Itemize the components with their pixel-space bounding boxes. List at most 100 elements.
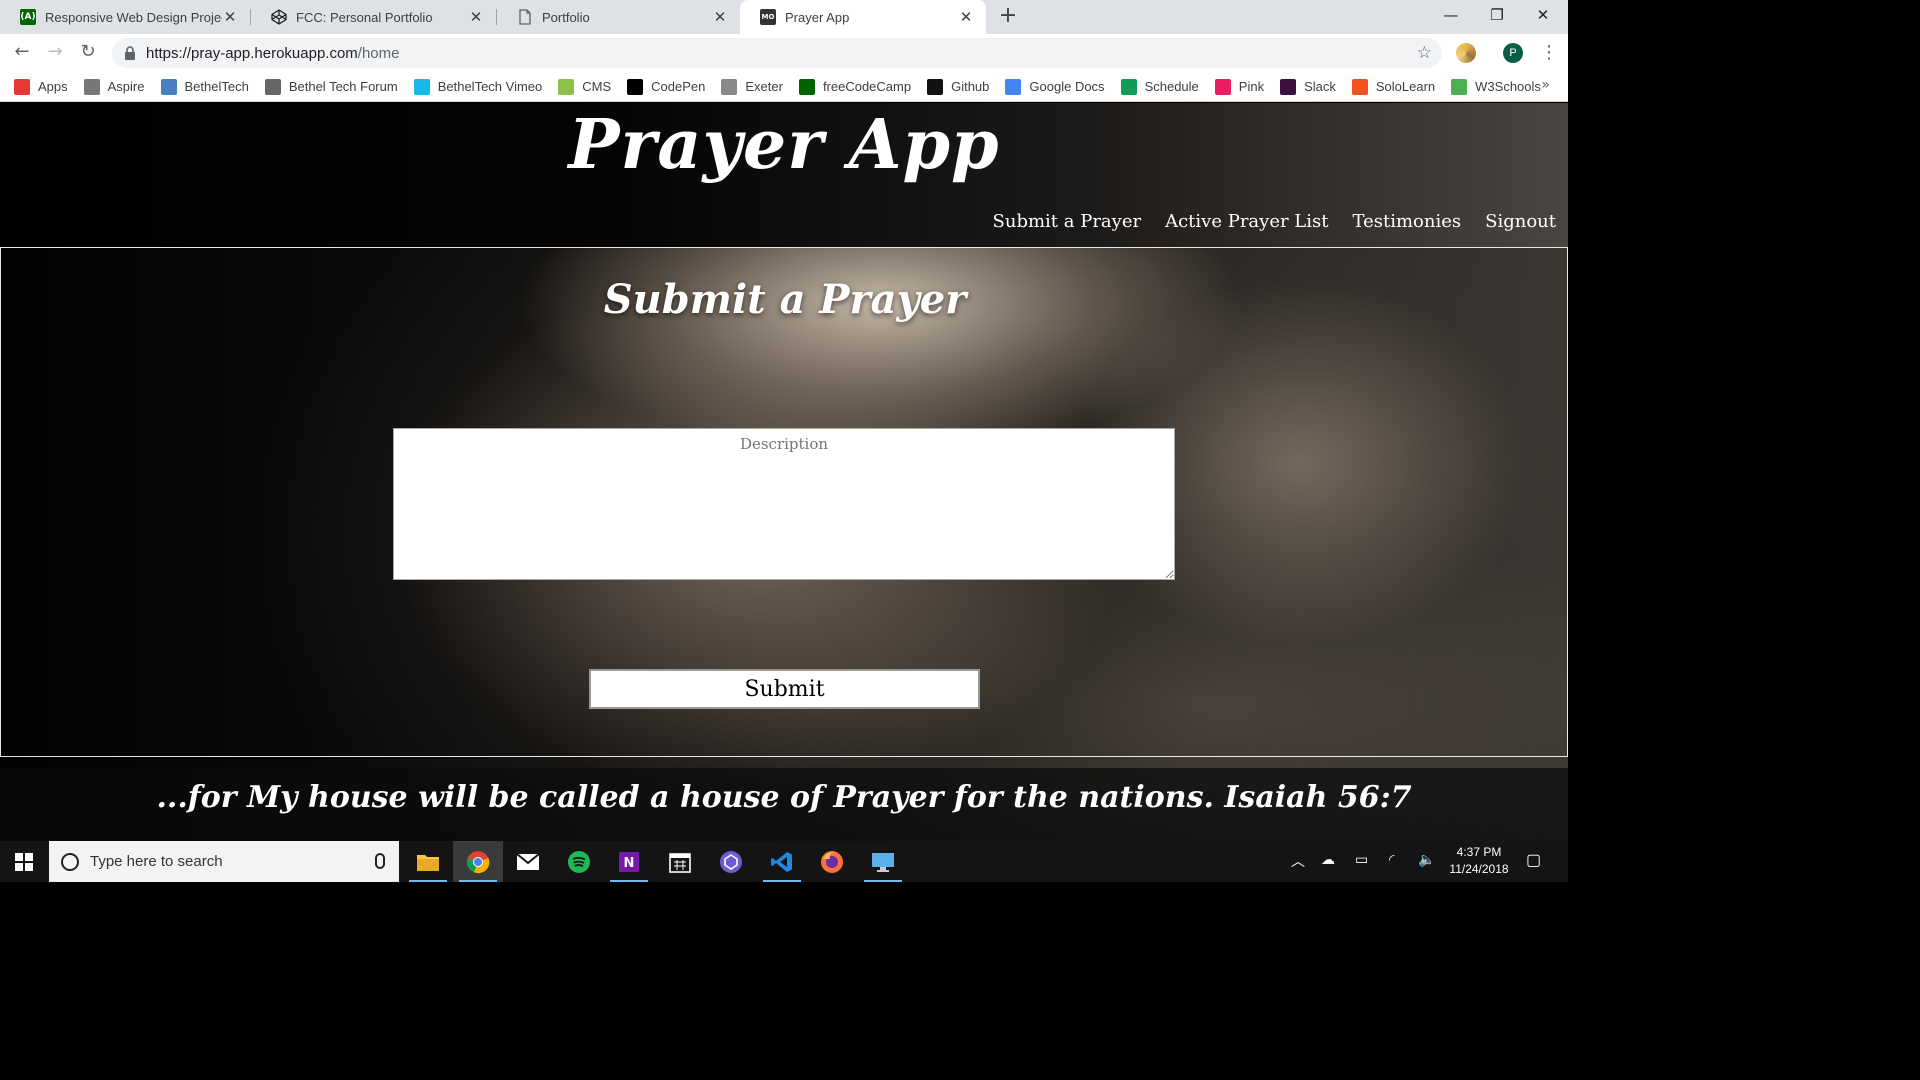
apps-grid-icon [14, 78, 30, 95]
minimize-button[interactable]: — [1428, 0, 1474, 32]
restore-button[interactable]: ❐ [1474, 0, 1520, 32]
google-docs-icon [1005, 78, 1022, 95]
bookmark-slack[interactable]: Slack [1280, 78, 1336, 95]
start-button[interactable] [0, 841, 48, 882]
bookmarks-bar: Apps Aspire BethelTech Bethel Tech Forum Bet… [0, 72, 1568, 102]
calendar-icon[interactable] [655, 841, 705, 882]
nav-active-prayer-list[interactable]: Active Prayer List [1165, 211, 1328, 232]
nav-signout[interactable]: Signout [1485, 211, 1556, 232]
browser-toolbar: ← → ↻ https://pray-app.herokuapp.com/hom… [0, 34, 1568, 72]
onedrive-cloud-icon[interactable]: ☁ [1321, 851, 1335, 868]
prayer-form-panel: Submit a Prayer Submit [0, 247, 1568, 757]
bookmark-label: Github [951, 79, 990, 94]
new-tab-button[interactable]: + [996, 5, 1020, 29]
vimeo-icon [413, 78, 430, 95]
mail-icon[interactable] [503, 841, 553, 882]
reload-button[interactable]: ↻ [77, 42, 99, 64]
tab-prayer-app[interactable]: MO Prayer App ✕ [740, 0, 986, 34]
close-icon[interactable]: ✕ [222, 8, 238, 26]
show-hidden-icons[interactable]: ︿ [1291, 851, 1305, 871]
submit-button[interactable]: Submit [589, 669, 980, 709]
document-icon [517, 9, 533, 25]
address-bar[interactable]: https://pray-app.herokuapp.com/home ☆ [112, 38, 1442, 68]
volume-icon[interactable]: 🔈 [1418, 851, 1435, 868]
spotify-icon[interactable] [554, 841, 604, 882]
bookmark-schedule[interactable]: Schedule [1120, 78, 1199, 95]
forward-button[interactable]: → [44, 42, 66, 64]
nav-testimonies[interactable]: Testimonies [1352, 211, 1461, 232]
page-viewport: Prayer App Submit a Prayer Active Prayer… [0, 103, 1568, 841]
pink-icon [1214, 78, 1231, 95]
bookmark-betheltech[interactable]: BethelTech [160, 78, 249, 95]
bookmark-bethel-tech-forum[interactable]: Bethel Tech Forum [264, 78, 398, 95]
url-path: /home [357, 44, 400, 62]
tab-fcc-portfolio[interactable]: FCC: Personal Portfolio ✕ [251, 0, 496, 34]
close-icon[interactable]: ✕ [468, 8, 484, 26]
tab-title: Responsive Web Design Projects [45, 9, 222, 25]
profile-avatar[interactable]: P [1503, 43, 1523, 63]
chrome-icon[interactable] [453, 841, 503, 882]
tab-title: FCC: Personal Portfolio [296, 9, 433, 25]
app-icon[interactable] [706, 841, 756, 882]
nav-submit-prayer[interactable]: Submit a Prayer [993, 211, 1142, 232]
description-field[interactable] [393, 428, 1175, 580]
notifications-icon[interactable]: ▢ [1526, 850, 1541, 870]
w3schools-icon [1451, 78, 1468, 95]
bookmark-star-icon[interactable]: ☆ [1417, 43, 1432, 63]
bookmark-label: Slack [1304, 79, 1336, 94]
bookmark-exeter[interactable]: Exeter [721, 78, 783, 95]
onenote-icon[interactable]: N [604, 841, 654, 882]
section-title: Submit a Prayer [603, 276, 967, 323]
firefox-icon[interactable] [807, 841, 857, 882]
sololearn-icon [1351, 78, 1368, 95]
bookmarks-overflow-button[interactable]: » [1541, 77, 1550, 93]
bookmark-cms[interactable]: CMS [558, 78, 612, 95]
close-window-button[interactable]: ✕ [1520, 0, 1566, 32]
battery-icon[interactable]: ▭ [1355, 851, 1368, 868]
bookmark-label: CodePen [651, 79, 706, 94]
bookmark-label: BethelTech [184, 79, 249, 94]
bookmark-label: freeCodeCamp [822, 79, 912, 94]
tab-responsive-web-design[interactable]: (A) Responsive Web Design Projects ✕ [0, 0, 250, 34]
microphone-icon[interactable] [375, 853, 385, 869]
bookmark-label: CMS [582, 79, 612, 94]
site-brand[interactable]: Prayer App [0, 105, 1568, 185]
windows-taskbar: Type here to search N ︿ ☁ ▭ ◜ 🔈 4:37 PM … [0, 841, 1568, 882]
bookmark-w3schools[interactable]: W3Schools [1451, 78, 1541, 95]
more-menu-icon[interactable]: ⋮ [1540, 42, 1558, 63]
github-icon [927, 78, 944, 95]
sheets-icon [1120, 78, 1137, 95]
wifi-icon[interactable]: ◜ [1389, 851, 1394, 868]
bookmark-betheltech-vimeo[interactable]: BethelTech Vimeo [413, 78, 542, 95]
close-icon[interactable]: ✕ [958, 8, 974, 26]
exeter-icon [721, 78, 738, 95]
back-button[interactable]: ← [11, 42, 33, 64]
site-header: Prayer App Submit a Prayer Active Prayer… [0, 103, 1568, 247]
cortana-icon [61, 852, 79, 871]
bookmark-pink[interactable]: Pink [1214, 78, 1265, 95]
bookmark-label: Apps [38, 79, 68, 94]
bookmark-sololearn[interactable]: SoloLearn [1351, 78, 1435, 95]
system-clock[interactable]: 4:37 PM 11/24/2018 [1440, 844, 1518, 878]
bookmark-aspire[interactable]: Aspire [83, 78, 145, 95]
file-explorer-icon[interactable] [403, 841, 453, 882]
bookmark-github[interactable]: Github [927, 78, 990, 95]
taskbar-search[interactable]: Type here to search [49, 841, 399, 882]
bookmark-label: Pink [1238, 79, 1265, 94]
remote-desktop-icon[interactable] [858, 841, 908, 882]
bookmark-freecodecamp[interactable]: freeCodeCamp [798, 78, 912, 95]
vscode-icon[interactable] [757, 841, 807, 882]
close-icon[interactable]: ✕ [712, 8, 728, 26]
tab-portfolio[interactable]: Portfolio ✕ [497, 0, 740, 34]
bookmark-codepen[interactable]: CodePen [627, 78, 706, 95]
bookmark-google-docs[interactable]: Google Docs [1005, 78, 1105, 95]
slack-icon [1280, 78, 1297, 95]
extension-icon[interactable] [1456, 43, 1476, 63]
windows-logo-icon [15, 852, 33, 871]
tab-title: Portfolio [542, 9, 590, 25]
bookmark-label: Exeter [745, 79, 783, 94]
search-placeholder: Type here to search [90, 853, 223, 870]
bookmark-apps[interactable]: Apps [14, 78, 68, 95]
forum-icon [264, 78, 281, 95]
clock-date: 11/24/2018 [1449, 862, 1509, 876]
